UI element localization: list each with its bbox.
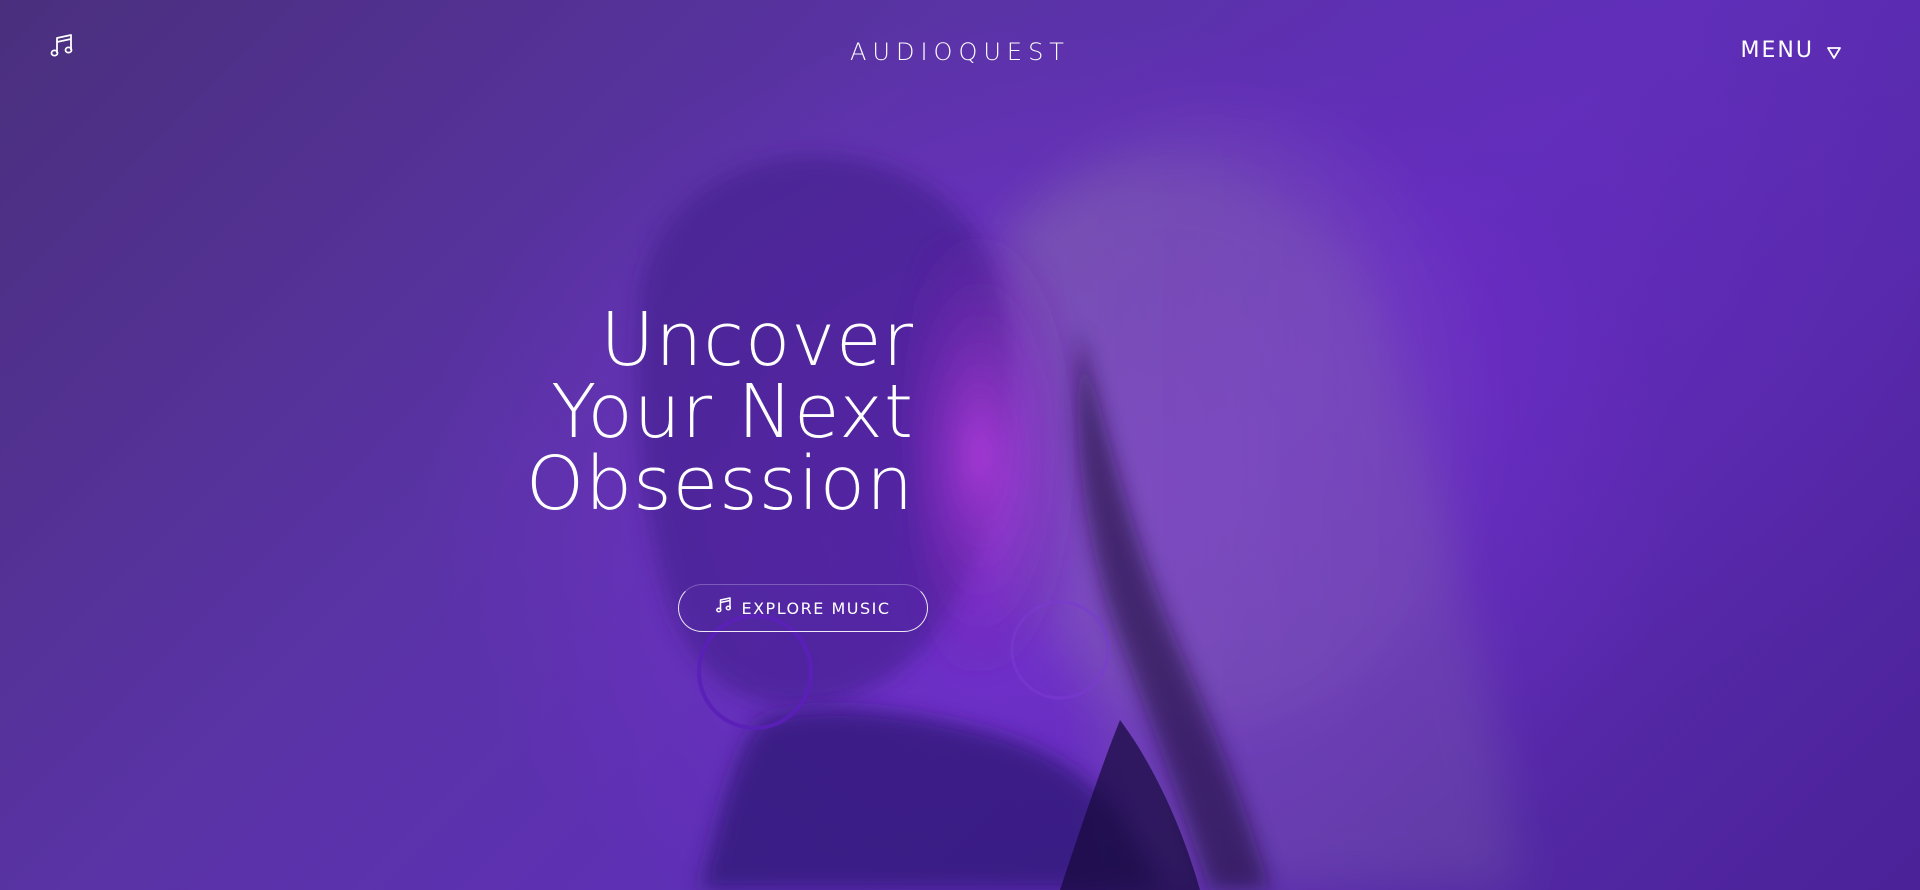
hero-photo (636, 120, 1520, 890)
explore-music-button[interactable]: EXPLORE MUSIC (678, 584, 928, 632)
menu-label: MENU (1740, 38, 1814, 63)
hero-title-line: Uncover (600, 297, 914, 383)
hero-title: Uncover Your Next Obsession (525, 297, 914, 527)
hero-title-line: Obsession (525, 441, 914, 527)
hero-page: AUDIOQUEST MENU Uncover Your Next Obsess… (0, 0, 1920, 890)
hero-title-line: Your Next (551, 369, 914, 455)
explore-music-label: EXPLORE MUSIC (741, 598, 891, 618)
menu-button[interactable]: MENU (1741, 38, 1842, 63)
brand-title[interactable]: AUDIOQUEST (0, 38, 1920, 66)
top-navigation: AUDIOQUEST MENU (0, 0, 1920, 110)
triangle-down-icon (1827, 46, 1841, 59)
music-note-icon (716, 597, 732, 613)
